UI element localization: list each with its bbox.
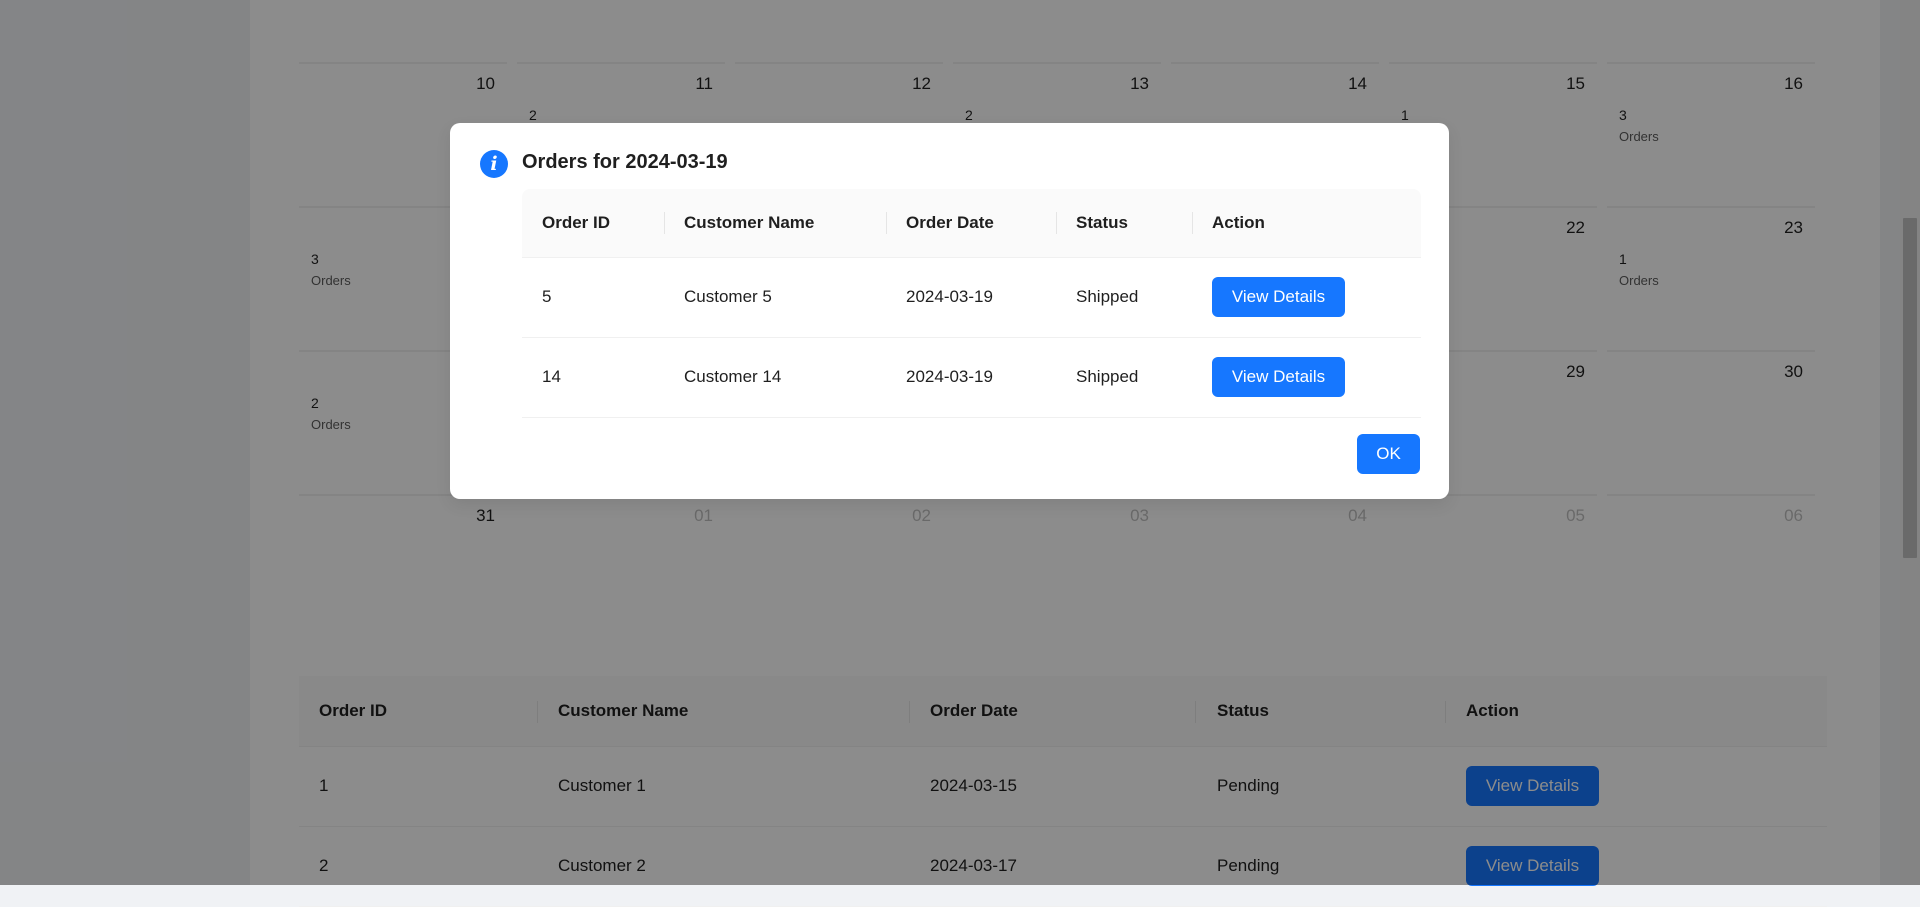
view-details-button[interactable]: View Details — [1212, 357, 1345, 397]
orders-modal: i Orders for 2024-03-19 Order ID Custome… — [450, 123, 1449, 499]
table-header: Order ID Customer Name Order Date Status… — [522, 189, 1421, 258]
column-separator — [664, 212, 665, 234]
info-icon: i — [480, 150, 508, 178]
modal-title: Orders for 2024-03-19 — [522, 151, 728, 173]
column-separator — [1192, 212, 1193, 234]
column-header: Action — [1212, 213, 1265, 232]
column-header: Status — [1076, 213, 1128, 232]
column-separator — [886, 212, 887, 234]
order-status: Shipped — [1076, 287, 1139, 306]
action-cell: View Details — [1212, 337, 1345, 417]
column-separator — [1056, 212, 1057, 234]
table-row: 5 Customer 5 2024-03-19 Shipped View Det… — [522, 257, 1421, 338]
column-header: Customer Name — [684, 213, 815, 232]
customer-name: Customer 14 — [684, 367, 782, 386]
order-id: 5 — [542, 287, 552, 306]
column-header: Order ID — [542, 213, 611, 232]
order-status: Shipped — [1076, 367, 1139, 386]
action-cell: View Details — [1212, 257, 1345, 337]
ok-button[interactable]: OK — [1357, 434, 1420, 474]
table-row: 14 Customer 14 2024-03-19 Shipped View D… — [522, 337, 1421, 418]
customer-name: Customer 5 — [684, 287, 772, 306]
view-details-button[interactable]: View Details — [1212, 277, 1345, 317]
order-date: 2024-03-19 — [906, 367, 993, 386]
column-header: Order Date — [906, 213, 994, 232]
order-id: 14 — [542, 367, 561, 386]
order-date: 2024-03-19 — [906, 287, 993, 306]
